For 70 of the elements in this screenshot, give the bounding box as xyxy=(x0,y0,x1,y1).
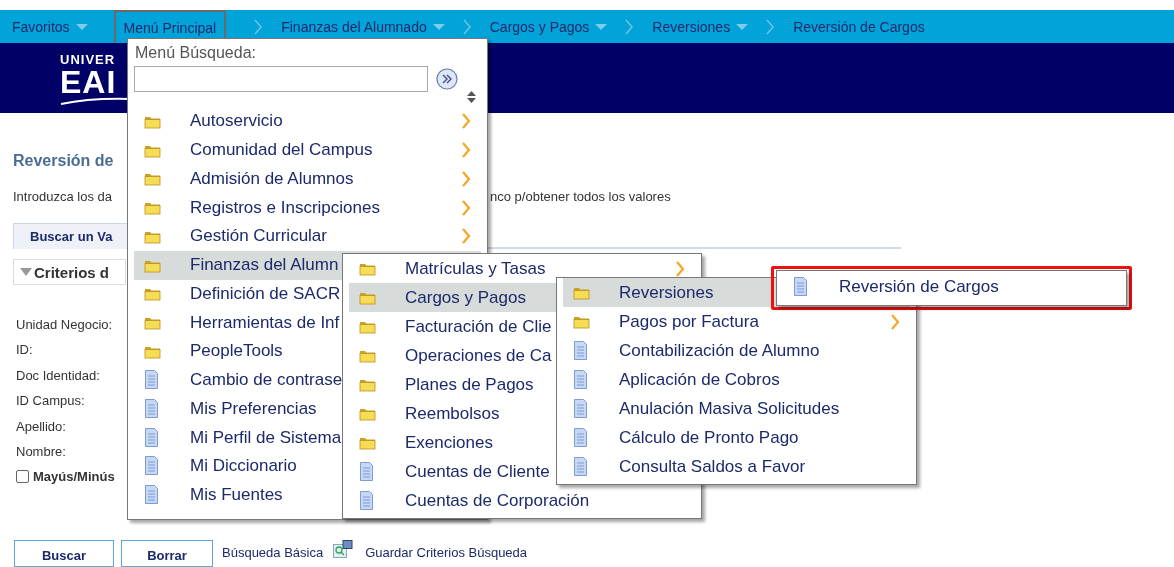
menu-tab[interactable]: Favoritos xyxy=(12,10,88,43)
document-icon xyxy=(573,340,588,361)
menu-item[interactable]: Cuentas de Corporación xyxy=(349,486,695,515)
instruction-text: Introduzca los da xyxy=(13,189,112,205)
save-search-icon[interactable] xyxy=(333,540,354,558)
folder-icon xyxy=(359,290,376,305)
section-header[interactable]: Criterios d xyxy=(13,259,126,285)
logo-text: EAI xyxy=(60,67,118,97)
chevron-icon xyxy=(625,18,635,35)
checkbox-label: Mayús/Minús xyxy=(33,469,115,485)
document-icon xyxy=(359,461,374,482)
document-icon xyxy=(144,427,159,448)
breadcrumb-link[interactable]: Reversiones xyxy=(652,10,749,43)
breadcrumb-link[interactable]: Cargos y Pagos xyxy=(489,10,608,43)
document-icon xyxy=(793,277,808,298)
menu-item[interactable]: Gestión Curricular xyxy=(134,222,481,251)
folder-icon xyxy=(144,200,161,216)
document-icon xyxy=(144,398,159,419)
document-icon xyxy=(573,398,588,419)
menu-item[interactable]: Registros e Inscripciones xyxy=(134,193,481,222)
field-label: Unidad Negocio: xyxy=(16,316,113,334)
field-label: Nombre: xyxy=(16,442,66,461)
document-icon xyxy=(573,369,588,390)
menu-item[interactable]: Admisión de Alumnos xyxy=(134,164,481,194)
chevron-icon xyxy=(254,18,264,35)
logo-text: UNIVER xyxy=(60,53,117,67)
menu-item[interactable]: Comunidad del Campus xyxy=(134,135,481,165)
menu-item[interactable]: Autoservicio xyxy=(134,107,481,136)
folder-icon xyxy=(573,314,590,329)
search-tab[interactable]: Buscar un Va xyxy=(13,223,130,249)
chevron-icon xyxy=(462,18,472,35)
folder-icon xyxy=(144,286,161,302)
folder-icon xyxy=(359,319,376,334)
document-icon xyxy=(144,370,159,391)
menu-item[interactable]: Anulación Masiva Solicitudes xyxy=(563,394,910,423)
field-label: ID: xyxy=(16,341,33,360)
document-icon xyxy=(573,456,588,477)
document-icon xyxy=(359,490,374,511)
breadcrumb-link[interactable]: Finanzas del Alumnado xyxy=(281,10,445,43)
folder-icon xyxy=(359,406,376,421)
action-button[interactable]: Buscar xyxy=(14,540,114,567)
menu-item[interactable]: Contabilización de Alumno xyxy=(563,336,910,365)
document-icon xyxy=(144,485,159,506)
folder-icon xyxy=(359,377,376,392)
menu-item[interactable]: Aplicación de Cobros xyxy=(563,365,910,394)
folder-icon xyxy=(359,348,376,363)
folder-icon xyxy=(359,261,376,276)
document-icon xyxy=(573,427,588,448)
go-button-icon[interactable] xyxy=(436,68,458,90)
link[interactable]: Guardar Criterios Búsqueda xyxy=(365,545,528,560)
breadcrumb-link[interactable]: Reversión de Cargos xyxy=(793,10,925,43)
document-icon xyxy=(144,456,159,477)
menu-item[interactable]: Cálculo de Pronto Pago xyxy=(563,423,910,452)
search-label: Menú Búsqueda: xyxy=(135,44,257,62)
page-title: Reversión de xyxy=(13,152,115,171)
action-button[interactable]: Borrar xyxy=(121,540,213,567)
menu-item[interactable]: Consulta Saldos a Favor xyxy=(563,452,910,481)
folder-icon xyxy=(573,285,590,300)
folder-icon xyxy=(144,171,161,187)
folder-icon xyxy=(359,435,376,450)
folder-icon xyxy=(144,315,161,331)
field-label: Apellido: xyxy=(16,417,66,436)
search-field[interactable] xyxy=(134,66,428,92)
checkbox[interactable] xyxy=(16,470,29,484)
chevron-icon xyxy=(766,18,776,35)
instruction-text: nco p/obtener todos los valores xyxy=(490,189,671,205)
sort-icon[interactable] xyxy=(467,91,476,103)
link[interactable]: Búsqueda Básica xyxy=(222,545,324,560)
field-label: ID Campus: xyxy=(16,392,85,411)
field-label: Doc Identidad: xyxy=(16,366,100,385)
